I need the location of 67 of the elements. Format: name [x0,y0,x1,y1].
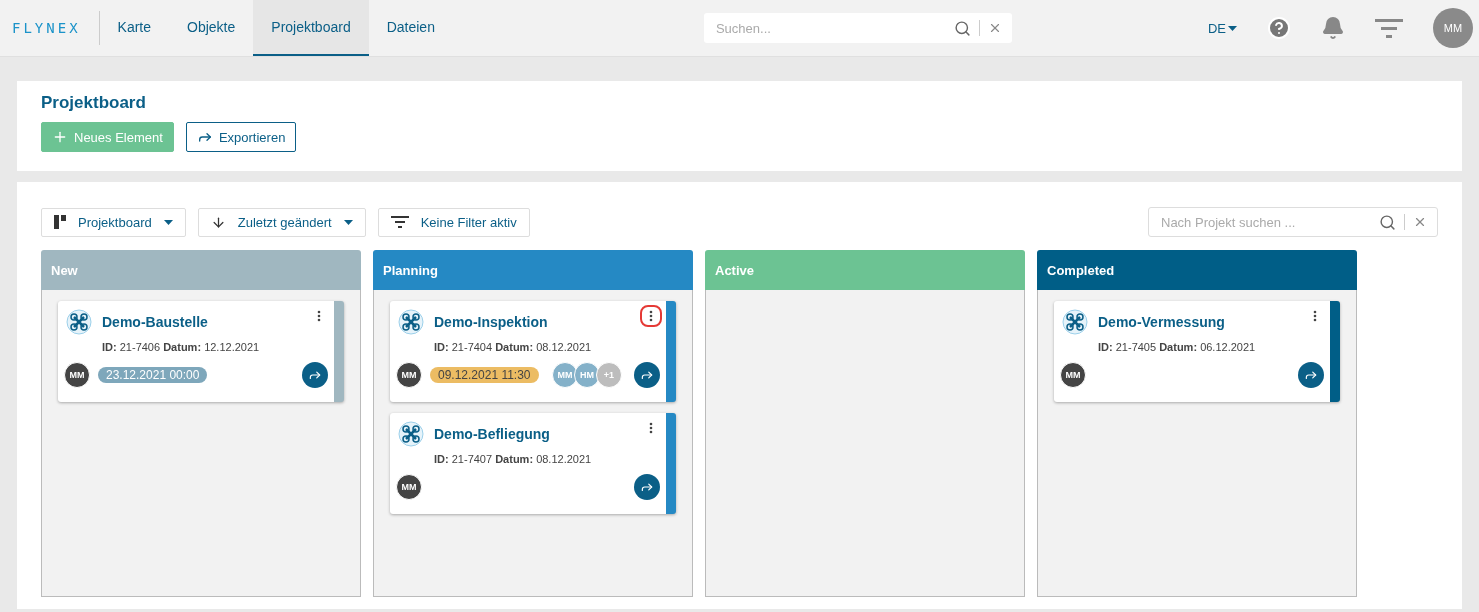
board-icon [54,215,66,229]
more-icon [649,310,653,322]
close-icon[interactable] [1413,215,1427,229]
help-icon[interactable] [1267,16,1291,40]
forward-icon [1304,368,1318,382]
card-title[interactable]: Demo-Vermessung [1098,314,1225,330]
caret-icon [1228,25,1237,31]
column-header: New [41,250,361,290]
more-icon [1313,310,1317,322]
forward-icon [640,480,654,494]
nav-tab[interactable]: Projektboard [253,0,369,56]
deadline-badge: 23.12.2021 00:00 [98,367,208,383]
card-meta: ID: 21-7404 Datum: 08.12.2021 [434,341,593,353]
search-field[interactable]: Suchen... [703,13,1012,43]
assignee-avatar: +1 [596,362,622,388]
share-button[interactable] [634,362,660,388]
bell-icon[interactable] [1321,16,1345,40]
more-icon [317,310,321,322]
card-meta: ID: 21-7406 Datum: 12.12.2021 [102,341,261,353]
caret-icon [343,219,353,225]
owner-avatar: MM [64,362,90,388]
share-button[interactable] [634,474,660,500]
forward-icon [308,368,322,382]
project-card[interactable]: Demo-Befliegung ID: 21-7407 Datum: 08.12.2021 MM [390,413,676,514]
view-dropdown[interactable]: Projektboard [41,207,186,237]
filter-icon[interactable] [1375,17,1403,39]
card-title[interactable]: Demo-Baustelle [102,314,208,330]
more-button[interactable] [640,305,662,327]
caret-icon [163,219,173,225]
plus-icon [52,129,68,145]
arrow-down-icon [210,214,226,230]
card-meta: ID: 21-7405 Datum: 06.12.2021 [1098,341,1257,353]
assignee-avatar: MM [552,362,578,388]
project-card[interactable]: Demo-Inspektion ID: 21-7404 Datum: 08.12.2021 MM 09.12.2021 11:30 MM HM +1 [390,301,676,402]
project-search-field[interactable]: Nach Projekt suchen ... [1148,207,1438,237]
nav-tab[interactable]: Dateien [368,0,453,56]
column-header: Planning [373,250,693,290]
search-icon[interactable] [1379,213,1396,231]
sort-dropdown[interactable]: Zuletzt geändert [197,207,366,237]
language-dropdown[interactable]: DE [1201,19,1243,37]
drone-icon [398,421,424,447]
forward-icon [640,368,654,382]
action-button[interactable]: Exportieren [185,122,297,152]
share-button[interactable] [302,362,328,388]
drone-icon [398,309,424,335]
nav-tab[interactable]: Karte [99,0,170,56]
card-title[interactable]: Demo-Befliegung [434,426,550,442]
filter-button[interactable]: Keine Filter aktiv [377,207,530,237]
project-card[interactable]: Demo-Vermessung ID: 21-7405 Datum: 06.12.2021 MM [1054,301,1340,402]
card-title[interactable]: Demo-Inspektion [434,314,548,330]
column-header: Active [705,250,1025,290]
drone-icon [66,309,92,335]
drone-icon [1062,309,1088,335]
card-meta: ID: 21-7407 Datum: 08.12.2021 [434,453,593,465]
filter-icon [390,215,409,229]
page-title: Projektboard [41,93,147,113]
deadline-badge: 09.12.2021 11:30 [430,367,539,383]
project-card[interactable]: Demo-Baustelle ID: 21-7406 Datum: 12.12.2021 MM 23.12.2021 00:00 [58,301,344,402]
assignee-avatar: HM [574,362,600,388]
owner-avatar: MM [396,474,422,500]
owner-avatar: MM [1060,362,1086,388]
search-icon[interactable] [953,19,971,37]
more-icon [649,422,653,434]
nav-tab[interactable]: Objekte [169,0,254,56]
share-button[interactable] [1298,362,1324,388]
column-header: Completed [1037,250,1357,290]
owner-avatar: MM [396,362,422,388]
